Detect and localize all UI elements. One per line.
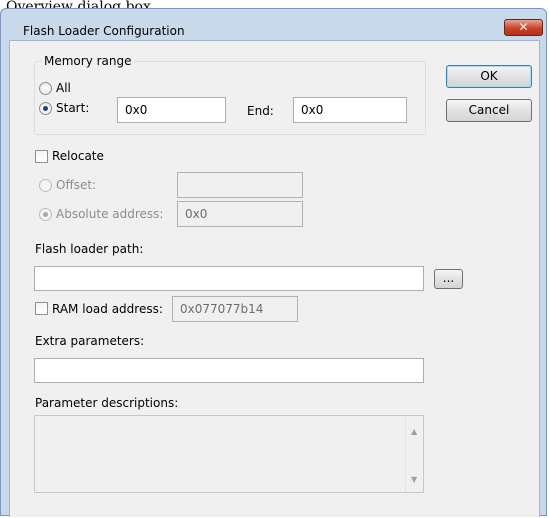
start-radio[interactable] — [39, 102, 52, 115]
extra-parameters-label: Extra parameters: — [35, 334, 145, 348]
memory-range-legend: Memory range — [42, 54, 134, 68]
end-label: End: — [247, 104, 274, 118]
descriptions-scrollbar[interactable]: ▲ ▼ — [405, 416, 423, 492]
start-label: Start: — [56, 101, 90, 115]
offset-label: Offset: — [56, 178, 97, 192]
ram-load-address-label: RAM load address: — [52, 302, 163, 316]
end-address-input[interactable]: 0x0 — [293, 97, 407, 123]
scroll-up-icon[interactable]: ▲ — [411, 428, 417, 436]
ram-load-address-input[interactable]: 0x077077b14 — [172, 296, 298, 322]
all-label: All — [56, 81, 71, 95]
start-address-input[interactable]: 0x0 — [117, 97, 226, 123]
flash-loader-path-label: Flash loader path: — [35, 242, 144, 256]
dialog-window: Flash Loader Configuration ✕ Memory rang… — [0, 8, 547, 517]
all-radio[interactable] — [39, 82, 52, 95]
cancel-button[interactable]: Cancel — [446, 99, 532, 122]
close-icon: ✕ — [518, 20, 529, 34]
absolute-address-input[interactable]: 0x0 — [177, 201, 303, 227]
start-radio-dot — [43, 106, 48, 111]
extra-parameters-input[interactable] — [34, 358, 424, 383]
absolute-address-radio-dot — [43, 212, 48, 217]
parameter-descriptions-box: ▲ ▼ — [34, 415, 424, 493]
relocate-label: Relocate — [52, 149, 104, 163]
absolute-address-radio[interactable] — [39, 208, 52, 221]
title-bar[interactable]: Flash Loader Configuration ✕ — [1, 9, 546, 43]
scroll-down-icon[interactable]: ▼ — [411, 476, 417, 484]
relocate-checkbox[interactable] — [35, 150, 48, 163]
ram-load-address-checkbox[interactable] — [35, 302, 48, 315]
parameter-descriptions-label: Parameter descriptions: — [35, 396, 179, 410]
offset-radio[interactable] — [39, 179, 52, 192]
absolute-address-label: Absolute address: — [56, 207, 164, 221]
close-button[interactable]: ✕ — [504, 19, 543, 36]
dialog-client-area: Memory range All Start: 0x0 End: 0x0 OK … — [9, 40, 540, 517]
browse-button[interactable]: ... — [434, 269, 463, 289]
offset-input[interactable] — [177, 172, 303, 198]
window-title: Flash Loader Configuration — [23, 24, 185, 38]
flash-loader-path-input[interactable] — [34, 266, 424, 291]
ok-button[interactable]: OK — [446, 65, 532, 88]
